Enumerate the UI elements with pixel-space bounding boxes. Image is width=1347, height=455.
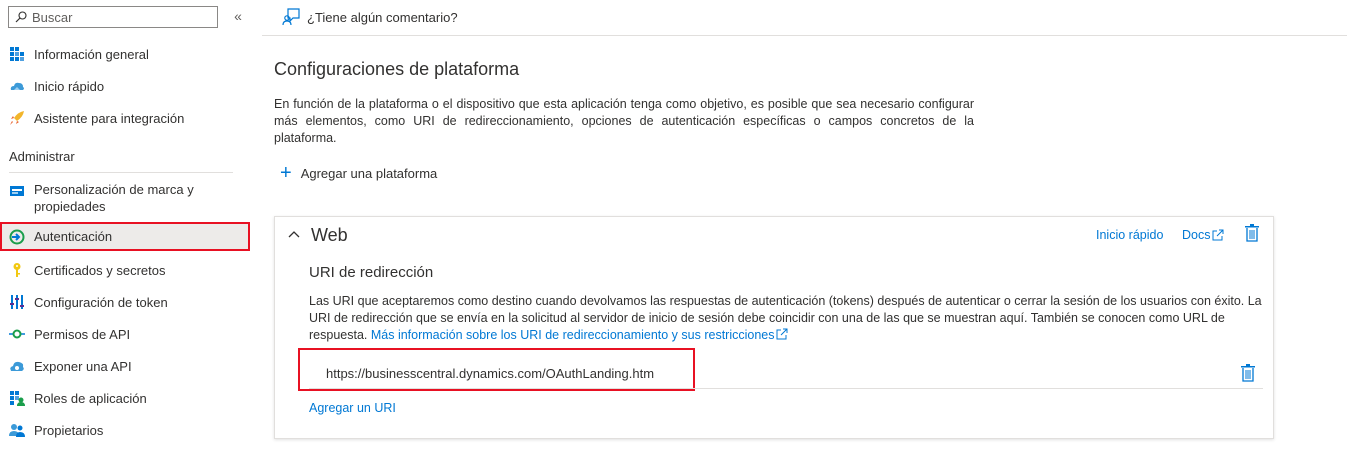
sidebar-item-app-roles[interactable]: Roles de aplicación bbox=[0, 388, 250, 408]
sidebar-item-branding[interactable]: Personalización de marca y propiedades bbox=[0, 180, 250, 216]
rocket-icon bbox=[10, 111, 24, 125]
sidebar-item-label: Personalización de marca y propiedades bbox=[34, 182, 194, 214]
sidebar-item-label: Información general bbox=[34, 46, 149, 62]
sidebar-item-label: Inicio rápido bbox=[34, 78, 105, 94]
sidebar-item-label: Asistente para integración bbox=[34, 110, 185, 126]
redirect-uri-description: Las URI que aceptaremos como destino cua… bbox=[309, 293, 1267, 344]
authentication-icon bbox=[9, 229, 25, 244]
external-link-icon bbox=[1212, 229, 1224, 241]
sidebar: « Información general Inicio rápido bbox=[0, 0, 262, 455]
page-description: En función de la plataforma o el disposi… bbox=[274, 97, 974, 145]
delete-platform-trash-icon[interactable] bbox=[1244, 224, 1260, 242]
redirect-uri-heading: URI de redirección bbox=[309, 264, 434, 281]
command-bar: ¿Tiene algún comentario? bbox=[262, 0, 1347, 36]
expose-api-cloud-icon bbox=[10, 361, 24, 371]
add-platform-label: Agregar una plataforma bbox=[300, 165, 438, 181]
section-heading-manage: Administrar bbox=[9, 149, 75, 164]
card-title: Web bbox=[311, 225, 348, 245]
sidebar-item-label: Autenticación bbox=[34, 229, 113, 244]
overview-grid-icon bbox=[10, 47, 24, 61]
feedback-button[interactable]: ¿Tiene algún comentario? bbox=[282, 8, 458, 26]
app-roles-icon bbox=[10, 391, 25, 406]
quickstart-link[interactable]: Inicio rápido bbox=[1096, 228, 1163, 242]
sidebar-item-label: Permisos de API bbox=[34, 326, 131, 342]
chevron-up-icon[interactable] bbox=[287, 227, 301, 241]
sidebar-item-certificates[interactable]: Certificados y secretos bbox=[0, 260, 250, 280]
sidebar-item-integration-assistant[interactable]: Asistente para integración bbox=[0, 108, 250, 128]
search-box[interactable] bbox=[8, 6, 218, 28]
web-platform-card: Web Inicio rápido Docs URI de redirecció… bbox=[274, 216, 1274, 439]
sidebar-item-overview[interactable]: Información general bbox=[0, 44, 250, 64]
app-window: « Información general Inicio rápido bbox=[0, 0, 1347, 455]
sidebar-item-label: Roles de aplicación bbox=[34, 390, 147, 406]
api-permissions-icon bbox=[9, 329, 25, 339]
more-info-link[interactable]: Más información sobre los URI de redirec… bbox=[371, 328, 788, 342]
search-input[interactable] bbox=[32, 9, 212, 25]
cloud-quickstart-icon bbox=[10, 82, 24, 90]
double-chevron-left-icon[interactable]: « bbox=[230, 8, 246, 24]
sidebar-item-quickstart[interactable]: Inicio rápido bbox=[0, 76, 250, 96]
page-title: Configuraciones de plataforma bbox=[274, 59, 520, 79]
delete-uri-trash-icon[interactable] bbox=[1240, 364, 1256, 382]
redirect-uri-value[interactable]: https://businesscentral.dynamics.com/OAu… bbox=[326, 366, 654, 381]
section-divider bbox=[9, 172, 233, 173]
redirect-uri-underline bbox=[309, 388, 1263, 389]
feedback-person-icon bbox=[282, 8, 300, 26]
sidebar-item-label: Configuración de token bbox=[34, 294, 168, 310]
sidebar-item-expose-api[interactable]: Exponer una API bbox=[0, 356, 250, 376]
key-icon bbox=[13, 263, 21, 277]
external-link-icon bbox=[776, 328, 787, 340]
docs-link[interactable]: Docs bbox=[1182, 228, 1224, 242]
token-bars-icon bbox=[10, 295, 24, 309]
plus-icon: + bbox=[280, 162, 292, 184]
owners-people-icon bbox=[9, 424, 25, 437]
sidebar-item-api-permissions[interactable]: Permisos de API bbox=[0, 324, 250, 344]
sidebar-item-token-config[interactable]: Configuración de token bbox=[0, 292, 250, 312]
docs-link-label: Docs bbox=[1182, 228, 1211, 242]
sidebar-item-label: Propietarios bbox=[34, 422, 104, 438]
branding-card-icon bbox=[10, 186, 24, 196]
sidebar-item-label: Exponer una API bbox=[34, 358, 132, 374]
feedback-label: ¿Tiene algún comentario? bbox=[307, 9, 458, 25]
more-info-link-label: Más información sobre los URI de redirec… bbox=[370, 328, 775, 342]
search-icon bbox=[15, 11, 27, 23]
add-uri-link[interactable]: Agregar un URI bbox=[309, 401, 396, 415]
sidebar-item-label: Certificados y secretos bbox=[34, 262, 166, 278]
sidebar-item-owners[interactable]: Propietarios bbox=[0, 420, 250, 440]
add-platform-button[interactable]: + Agregar una plataforma bbox=[280, 162, 438, 184]
sidebar-item-authentication[interactable]: Autenticación bbox=[0, 222, 250, 251]
